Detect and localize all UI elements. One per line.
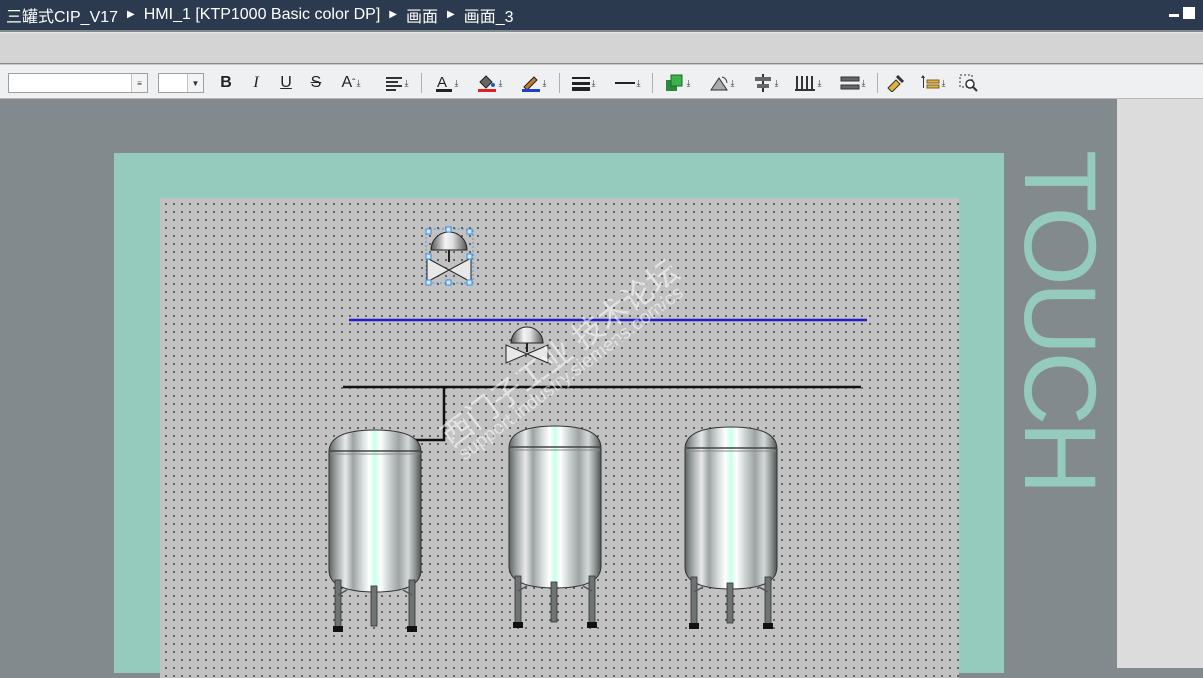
selection-handle[interactable]: [466, 279, 473, 286]
selection-handle[interactable]: [445, 279, 452, 286]
tank-1[interactable]: [328, 429, 422, 633]
selection-handle[interactable]: [425, 253, 432, 260]
selection-handle[interactable]: [425, 279, 432, 286]
valve-1-selected[interactable]: [425, 226, 474, 286]
tank-3[interactable]: [684, 426, 778, 630]
selection-handle[interactable]: [466, 253, 473, 260]
selection-handle[interactable]: [445, 226, 452, 233]
selection-handle[interactable]: [466, 228, 473, 235]
selection-handle[interactable]: [425, 228, 432, 235]
tank-2[interactable]: [508, 425, 602, 629]
